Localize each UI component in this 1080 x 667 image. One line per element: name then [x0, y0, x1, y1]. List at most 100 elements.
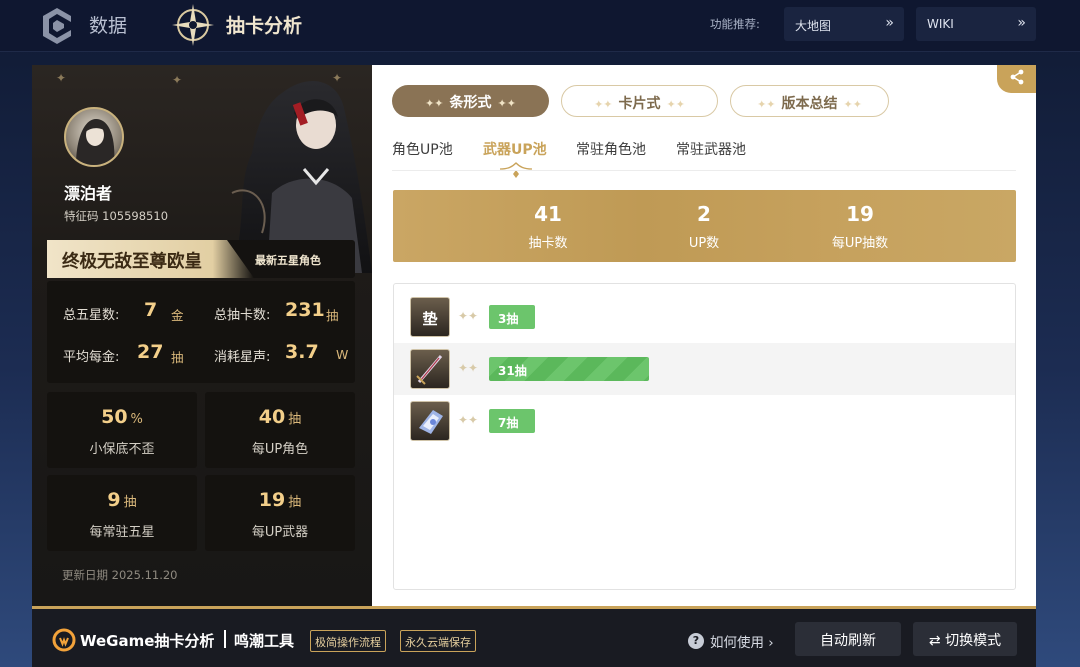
feature-badge: 极简操作流程 — [310, 630, 386, 652]
sparkle-icon: ✦✦ — [666, 98, 685, 111]
total-pulls-label: 总抽卡数: — [214, 308, 271, 323]
summary-pulls-label: 抽卡数 — [528, 236, 568, 251]
astrite-spent-value: 3.7 — [285, 341, 319, 363]
tile-value: 9 — [107, 489, 121, 511]
total-pulls-unit: 抽 — [326, 308, 339, 323]
rank-title: 终极无敌至尊欧皇 — [47, 240, 254, 278]
pity-placeholder-icon: 垫 — [410, 297, 450, 337]
tile-label: 小保底不歪 — [89, 442, 155, 457]
wiki-link-button[interactable]: WIKI » — [916, 7, 1036, 41]
tile-unit: 抽 — [123, 495, 137, 510]
gacha-emblem-icon[interactable] — [171, 3, 215, 47]
nav-data-link[interactable]: 数据 — [89, 11, 127, 38]
summary-per-up-label: 每UP抽数 — [831, 236, 889, 251]
share-button[interactable] — [997, 65, 1036, 93]
chevron-right-icon: › — [768, 635, 774, 651]
pull-count-bar: 3抽 — [489, 305, 535, 329]
map-link-button[interactable]: 大地图 » — [784, 7, 904, 41]
feature-recommend-label: 功能推荐: — [710, 17, 760, 31]
tab-bar-view[interactable]: ✦✦ 条形式 ✦✦ — [392, 85, 549, 117]
how-to-use-link[interactable]: 如何使用 › — [710, 631, 774, 651]
user-name: 漂泊者 — [64, 184, 113, 203]
astrite-spent-unit: W — [336, 347, 349, 362]
share-icon — [1010, 69, 1023, 85]
top-navigation: 数据 抽卡分析 功能推荐: 大地图 » WIKI » — [0, 0, 1080, 52]
how-to-use-label: 如何使用 — [710, 635, 764, 651]
stats-summary: 总五星数: 7 金 总抽卡数: 231 抽 平均每金: 27 抽 消耗星声: 3… — [47, 281, 355, 383]
total-pulls-value: 231 — [285, 299, 325, 321]
list-item[interactable]: ✦✦ 7抽 — [394, 395, 1015, 447]
pull-count-bar: 31抽 — [489, 357, 649, 381]
sparkle-icon: ✦✦ — [757, 98, 776, 111]
sparkle-icon: ✦ — [56, 71, 67, 85]
wegame-brand: WeGame抽卡分析 — [80, 632, 215, 650]
nav-gacha-analysis[interactable]: 抽卡分析 — [226, 11, 302, 38]
pull-count-bar: 7抽 — [489, 409, 535, 433]
tab-standard-character-pool[interactable]: 常驻角色池 — [576, 139, 646, 159]
tab-label: 版本总结 — [781, 96, 838, 112]
tab-card-view[interactable]: ✦✦ 卡片式 ✦✦ — [561, 85, 718, 117]
sparkle-icon: ✦ — [172, 73, 183, 87]
list-item[interactable]: 垫 ✦✦ 3抽 — [394, 291, 1015, 343]
sparkle-icon: ✦✦ — [497, 97, 516, 110]
tab-weapon-up-pool[interactable]: 武器UP池 — [483, 139, 547, 159]
pool-summary-banner: 41 抽卡数 2 UP数 19 每UP抽数 — [393, 190, 1016, 262]
double-chevron-right-icon: » — [885, 15, 894, 31]
tile-value: 40 — [258, 406, 286, 428]
data-logo-icon[interactable] — [40, 6, 74, 46]
total-five-star-unit: 金 — [171, 308, 184, 323]
tab-character-up-pool[interactable]: 角色UP池 — [392, 139, 453, 159]
tab-standard-weapon-pool[interactable]: 常驻武器池 — [676, 139, 746, 159]
tile-value: 50 — [101, 406, 128, 428]
sparkle-icon: ✦✦ — [843, 98, 862, 111]
stat-tile: 50% 小保底不歪 — [47, 392, 197, 468]
total-five-star-label: 总五星数: — [63, 308, 120, 323]
tab-label: 卡片式 — [618, 96, 661, 112]
avatar-portrait-icon — [76, 119, 115, 165]
active-tab-indicator-icon — [499, 162, 533, 178]
weapon-sword-icon — [410, 349, 450, 389]
astrite-spent-label: 消耗星声: — [214, 350, 271, 365]
stat-tile: 19 抽 每UP武器 — [205, 475, 355, 551]
summary-up-count-label: UP数 — [688, 236, 720, 251]
total-five-star-value: 7 — [144, 299, 158, 321]
tile-label: 每UP武器 — [251, 525, 309, 540]
swap-arrows-icon: ⇄ — [928, 633, 941, 649]
tile-unit: 抽 — [288, 495, 302, 510]
sparkle-icon: ✦✦ — [458, 361, 479, 375]
wegame-logo-icon — [52, 628, 76, 652]
avg-per-gold-value: 27 — [137, 341, 164, 363]
sparkle-icon: ✦✦ — [594, 98, 613, 111]
wiki-link-label: WIKI — [927, 17, 954, 31]
stat-tile: 9抽 每常驻五星 — [47, 475, 197, 551]
avg-per-gold-label: 平均每金: — [63, 350, 120, 365]
switch-mode-label: 切换模式 — [945, 633, 1002, 649]
pull-record-list: 垫 ✦✦ 3抽 ✦✦ 31抽 ✦✦ 7抽 — [393, 283, 1016, 590]
user-id-code: 特征码 105598510 — [64, 209, 169, 223]
profile-panel: ✦ ✦ ✦ 漂泊者 特征码 105598510 终极无敌至尊欧皇 最新五星角色 … — [32, 65, 372, 606]
tile-value: 19 — [258, 489, 286, 511]
auto-refresh-button[interactable]: 自动刷新 — [795, 622, 901, 656]
map-link-label: 大地图 — [795, 19, 832, 33]
tile-unit: 抽 — [288, 412, 302, 427]
help-icon[interactable]: ? — [688, 633, 704, 649]
feature-badge: 永久云端保存 — [400, 630, 476, 652]
sparkle-icon: ✦✦ — [458, 413, 479, 427]
latest-five-star-label: 最新五星角色 — [255, 254, 321, 267]
brand-divider — [224, 630, 226, 648]
stat-tile: 40 抽 每UP角色 — [205, 392, 355, 468]
summary-pulls-value: 41 — [534, 202, 562, 226]
avatar[interactable] — [64, 107, 124, 167]
weapon-gauntlet-icon — [410, 401, 450, 441]
footer-bar: WeGame抽卡分析 鸣潮工具 极简操作流程 永久云端保存 ? 如何使用 › 自… — [32, 606, 1036, 667]
tab-version-summary[interactable]: ✦✦ 版本总结 ✦✦ — [730, 85, 889, 117]
double-chevron-right-icon: » — [1017, 15, 1026, 31]
switch-mode-button[interactable]: ⇄ 切换模式 — [913, 622, 1017, 656]
tab-label: 条形式 — [449, 95, 492, 111]
summary-per-up-value: 19 — [846, 202, 874, 226]
sparkle-icon: ✦✦ — [458, 309, 479, 323]
avg-per-gold-unit: 抽 — [171, 350, 184, 365]
tile-unit: % — [130, 412, 143, 427]
summary-up-count-value: 2 — [697, 202, 711, 226]
list-item[interactable]: ✦✦ 31抽 — [394, 343, 1015, 395]
